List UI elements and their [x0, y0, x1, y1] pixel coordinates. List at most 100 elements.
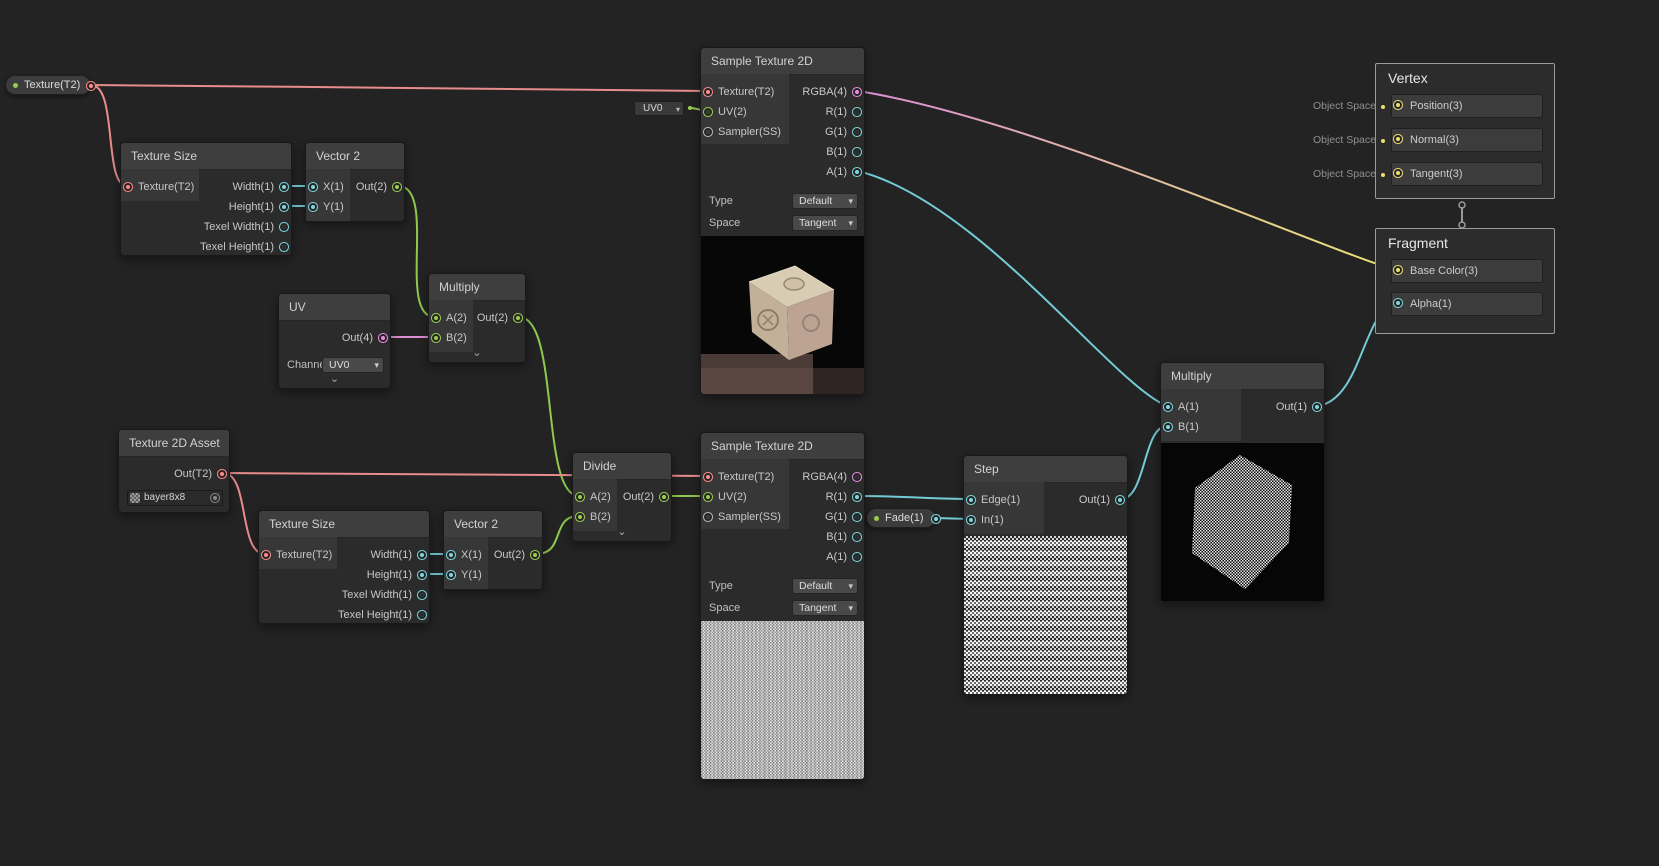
out-output-port[interactable] [220, 472, 224, 476]
property-output-port[interactable] [89, 84, 93, 88]
port-label: R(1) [825, 491, 847, 503]
port-row: B(1) [701, 527, 864, 547]
block-row-normal[interactable]: Object Space Normal(3) [1313, 128, 1543, 152]
wire-texture-to-sample-top[interactable] [90, 84, 708, 92]
block-row-tangent[interactable]: Object Space Tangent(3) [1313, 162, 1543, 186]
node-vector2-2[interactable]: Vector 2 X(1) Y(1) Out(2) [443, 510, 543, 590]
node-sample-texture-2d-bottom[interactable]: Sample Texture 2D Texture(T2) UV(2) Samp… [700, 432, 865, 780]
node-texture-size-1[interactable]: Texture Size Texture(T2) Width(1) Height… [120, 142, 292, 256]
rgba-output-port[interactable] [855, 475, 859, 479]
object-picker-icon[interactable] [210, 493, 220, 503]
collapse-chevron-icon[interactable]: ⌄ [279, 374, 390, 386]
block-row-position[interactable]: Object Space Position(3) [1313, 94, 1543, 118]
b-output-port[interactable] [855, 535, 859, 539]
tangent-input-port[interactable] [1396, 171, 1400, 175]
port-label: Out(2) [355, 181, 387, 193]
fragment-context-block[interactable]: Fragment Base Color(3) Alpha(1) [1375, 228, 1555, 334]
g-output-port[interactable] [855, 130, 859, 134]
wire-r-to-step-edge[interactable] [857, 495, 971, 500]
node-title[interactable]: Multiply [429, 274, 525, 301]
node-multiply-2[interactable]: Multiply A(1) B(1) Out(1) [1160, 362, 1325, 602]
texture-asset-field[interactable]: bayer8x8 [127, 490, 223, 506]
a-output-port[interactable] [855, 170, 859, 174]
r-output-port[interactable] [855, 495, 859, 499]
out-output-port[interactable] [533, 553, 537, 557]
space-dropdown-label[interactable]: Object Space [1308, 129, 1376, 151]
out-output-port[interactable] [395, 185, 399, 189]
node-title[interactable]: Sample Texture 2D [701, 433, 864, 460]
channel-dropdown[interactable]: UV0 ▾ [322, 357, 384, 373]
b-input-port[interactable] [1166, 425, 1170, 429]
space-dropdown[interactable]: Tangent ▾ [792, 215, 858, 231]
node-texture-size-2[interactable]: Texture Size Texture(T2) Width(1) Height… [258, 510, 430, 624]
property-label: Fade(1) [885, 512, 924, 524]
y-input-port[interactable] [311, 205, 315, 209]
node-title[interactable]: Vector 2 [444, 511, 542, 538]
out-output-port[interactable] [381, 336, 385, 340]
node-title[interactable]: UV [279, 294, 390, 321]
collapse-chevron-icon[interactable]: ⌄ [573, 527, 671, 539]
height-output-port[interactable] [282, 205, 286, 209]
block-row-alpha[interactable]: Alpha(1) [1391, 292, 1543, 316]
r-output-port[interactable] [855, 110, 859, 114]
rgba-output-port[interactable] [855, 90, 859, 94]
node-title[interactable]: Texture 2D Asset [119, 430, 229, 457]
property-pill-fade[interactable]: Fade(1) [866, 508, 938, 528]
height-output-port[interactable] [420, 573, 424, 577]
wire-multiply-to-divide-a[interactable] [518, 316, 580, 497]
node-texture-2d-asset[interactable]: Texture 2D Asset Out(T2) bayer8x8 [118, 429, 230, 513]
normal-input-port[interactable] [1396, 137, 1400, 141]
texel-height-output-port[interactable] [282, 245, 286, 249]
node-sample-texture-2d-top[interactable]: Sample Texture 2D Texture(T2) UV(2) Samp… [700, 47, 865, 395]
g-output-port[interactable] [855, 515, 859, 519]
in-input-port[interactable] [969, 518, 973, 522]
width-output-port[interactable] [282, 185, 286, 189]
wire-alpha-to-multiply-a[interactable] [857, 170, 1168, 407]
alpha-input-port[interactable] [1396, 301, 1400, 305]
space-dropdown-label[interactable]: Object Space [1308, 95, 1376, 117]
node-title[interactable]: Sample Texture 2D [701, 48, 864, 75]
node-title[interactable]: Texture Size [259, 511, 429, 538]
node-divide[interactable]: Divide A(2) B(2) Out(2) ⌄ [572, 452, 672, 542]
vertex-context-block[interactable]: Vertex Object Space Position(3) Object S… [1313, 63, 1555, 199]
property-output-port[interactable] [934, 517, 938, 521]
node-multiply-1[interactable]: Multiply A(2) B(2) Out(2) ⌄ [428, 273, 526, 363]
space-dropdown[interactable]: Tangent ▾ [792, 600, 858, 616]
property-pill-texture[interactable]: Texture(T2) [5, 75, 93, 95]
width-output-port[interactable] [420, 553, 424, 557]
position-input-port[interactable] [1396, 103, 1400, 107]
texel-width-output-port[interactable] [282, 225, 286, 229]
uv-channel-default-dropdown[interactable]: UV0 ▾ [634, 101, 684, 116]
a-output-port[interactable] [855, 555, 859, 559]
node-title[interactable]: Step [964, 456, 1127, 483]
y-input-port[interactable] [449, 573, 453, 577]
out-output-port[interactable] [662, 495, 666, 499]
space-dropdown-label[interactable]: Object Space [1308, 163, 1376, 185]
port-label: Texel Height(1) [338, 609, 412, 621]
node-title[interactable]: Divide [573, 453, 671, 480]
b-output-port[interactable] [855, 150, 859, 154]
shader-graph-canvas[interactable]: Texture(T2) Fade(1) UV0 ▾ Texture Size T… [0, 0, 1659, 866]
port-label: B(1) [826, 146, 847, 158]
node-preview-bayer [701, 621, 864, 779]
node-title[interactable]: Texture Size [121, 143, 291, 170]
base-color-input-port[interactable] [1396, 268, 1400, 272]
type-dropdown[interactable]: Default ▾ [792, 578, 858, 594]
node-uv[interactable]: UV Out(4) Channel UV0 ▾ ⌄ [278, 293, 391, 389]
port-row: A(1) [701, 547, 864, 567]
node-title[interactable]: Vector 2 [306, 143, 404, 170]
texel-width-output-port[interactable] [420, 593, 424, 597]
out-output-port[interactable] [1315, 405, 1319, 409]
b-input-port[interactable] [434, 336, 438, 340]
node-step[interactable]: Step Edge(1) In(1) Out(1) [963, 455, 1128, 695]
block-row-base-color[interactable]: Base Color(3) [1391, 259, 1543, 283]
b-input-port[interactable] [578, 515, 582, 519]
type-dropdown[interactable]: Default ▾ [792, 193, 858, 209]
node-title[interactable]: Multiply [1161, 363, 1324, 390]
out-output-port[interactable] [516, 316, 520, 320]
node-vector2-1[interactable]: Vector 2 X(1) Y(1) Out(2) [305, 142, 405, 222]
port-label: Out(2) [476, 312, 508, 324]
collapse-chevron-icon[interactable]: ⌄ [429, 348, 525, 360]
texel-height-output-port[interactable] [420, 613, 424, 617]
out-output-port[interactable] [1118, 498, 1122, 502]
